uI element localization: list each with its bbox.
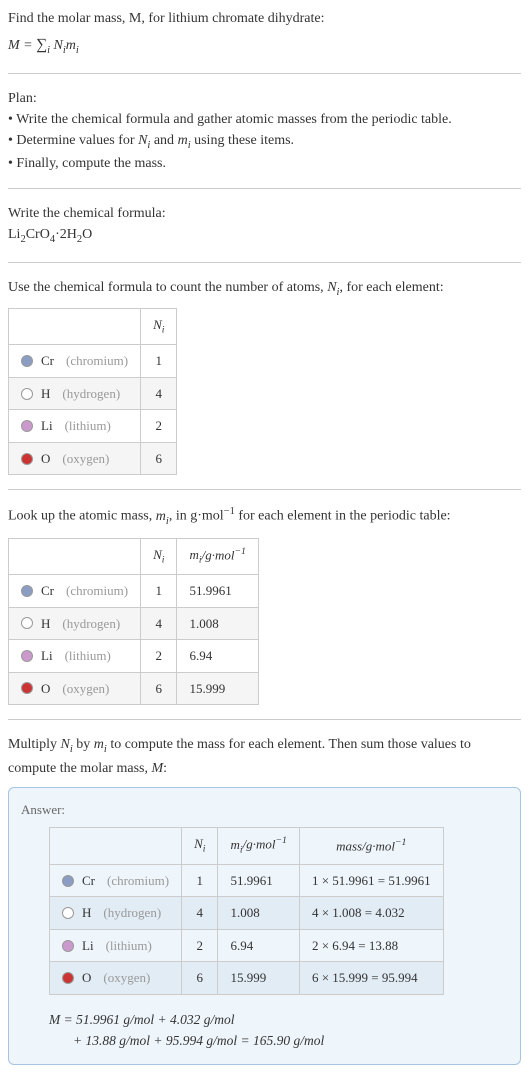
intro-text: Find the molar mass, M, for lithium chro… — [8, 8, 521, 29]
table-row: Cr(chromium) 1 51.9961 — [9, 575, 259, 608]
formula-section: Write the chemical formula: Li2CrO4·2H2O — [8, 203, 521, 263]
formula-heading: Write the chemical formula: — [8, 203, 521, 224]
plan-bullet-3: • Finally, compute the mass. — [8, 153, 521, 174]
answer-box: Answer: Ni mi/g·mol−1 mass/g·mol−1 Cr(ch… — [8, 787, 521, 1065]
lookup-table: Ni mi/g·mol−1 Cr(chromium) 1 51.9961 H(h… — [8, 538, 259, 706]
table-row: H(hydrogen) 4 1.008 4 × 1.008 = 4.032 — [50, 897, 444, 930]
intro-formula: M = ∑i Nimi — [8, 33, 521, 59]
mi-header: mi/g·mol−1 — [218, 828, 299, 865]
ni-header: Ni — [141, 309, 177, 345]
element-cell: H(hydrogen) — [21, 384, 128, 404]
answer-section: Multiply Ni by mi to compute the mass fo… — [8, 734, 521, 1065]
table-row: Li(lithium) 2 — [9, 410, 177, 443]
lookup-section: Look up the atomic mass, mi, in g·mol−1 … — [8, 504, 521, 720]
swatch-icon — [21, 420, 33, 432]
table-row: O(oxygen) 6 — [9, 442, 177, 475]
table-row: O(oxygen) 6 15.999 6 × 15.999 = 95.994 — [50, 962, 444, 995]
element-cell: O(oxygen) — [21, 449, 128, 469]
swatch-icon — [62, 940, 74, 952]
mass-header: mass/g·mol−1 — [299, 828, 443, 865]
lookup-heading: Look up the atomic mass, mi, in g·mol−1 … — [8, 504, 521, 529]
swatch-icon — [21, 650, 33, 662]
table-row: Li(lithium) 2 6.94 2 × 6.94 = 13.88 — [50, 929, 444, 962]
count-table: Ni Cr(chromium) 1 H(hydrogen) 4 Li(lithi… — [8, 308, 177, 475]
table-row: Cr(chromium) 1 — [9, 345, 177, 378]
element-cell: Li(lithium) — [21, 416, 128, 436]
plan-heading: Plan: — [8, 88, 521, 109]
plan-bullet-1: • Write the chemical formula and gather … — [8, 109, 521, 130]
swatch-icon — [21, 682, 33, 694]
swatch-icon — [21, 617, 33, 629]
count-atoms-section: Use the chemical formula to count the nu… — [8, 277, 521, 491]
table-row: Li(lithium) 2 6.94 — [9, 640, 259, 673]
intro-section: Find the molar mass, M, for lithium chro… — [8, 8, 521, 74]
plan-bullet-2: • Determine values for Ni and mi using t… — [8, 130, 521, 154]
ni-header: Ni — [141, 538, 177, 575]
count-heading: Use the chemical formula to count the nu… — [8, 277, 521, 301]
table-row: O(oxygen) 6 15.999 — [9, 672, 259, 705]
answer-table: Ni mi/g·mol−1 mass/g·mol−1 Cr(chromium) … — [49, 827, 444, 995]
swatch-icon — [21, 355, 33, 367]
table-row: Cr(chromium) 1 51.9961 1 × 51.9961 = 51.… — [50, 864, 444, 897]
plan-section: Plan: • Write the chemical formula and g… — [8, 88, 521, 190]
swatch-icon — [21, 585, 33, 597]
chemical-formula: Li2CrO4·2H2O — [8, 224, 521, 248]
mi-header: mi/g·mol−1 — [177, 538, 258, 575]
swatch-icon — [62, 875, 74, 887]
table-row: H(hydrogen) 4 1.008 — [9, 607, 259, 640]
ni-header: Ni — [182, 828, 218, 865]
swatch-icon — [62, 972, 74, 984]
element-cell: Cr(chromium) — [21, 351, 128, 371]
swatch-icon — [21, 453, 33, 465]
table-row: H(hydrogen) 4 — [9, 377, 177, 410]
multiply-heading: Multiply Ni by mi to compute the mass fo… — [8, 734, 521, 779]
answer-label: Answer: — [21, 800, 508, 820]
final-calc: M = 51.9961 g/mol + 4.032 g/mol + 13.88 … — [49, 1009, 508, 1052]
swatch-icon — [62, 907, 74, 919]
blank-header — [9, 309, 141, 345]
swatch-icon — [21, 388, 33, 400]
